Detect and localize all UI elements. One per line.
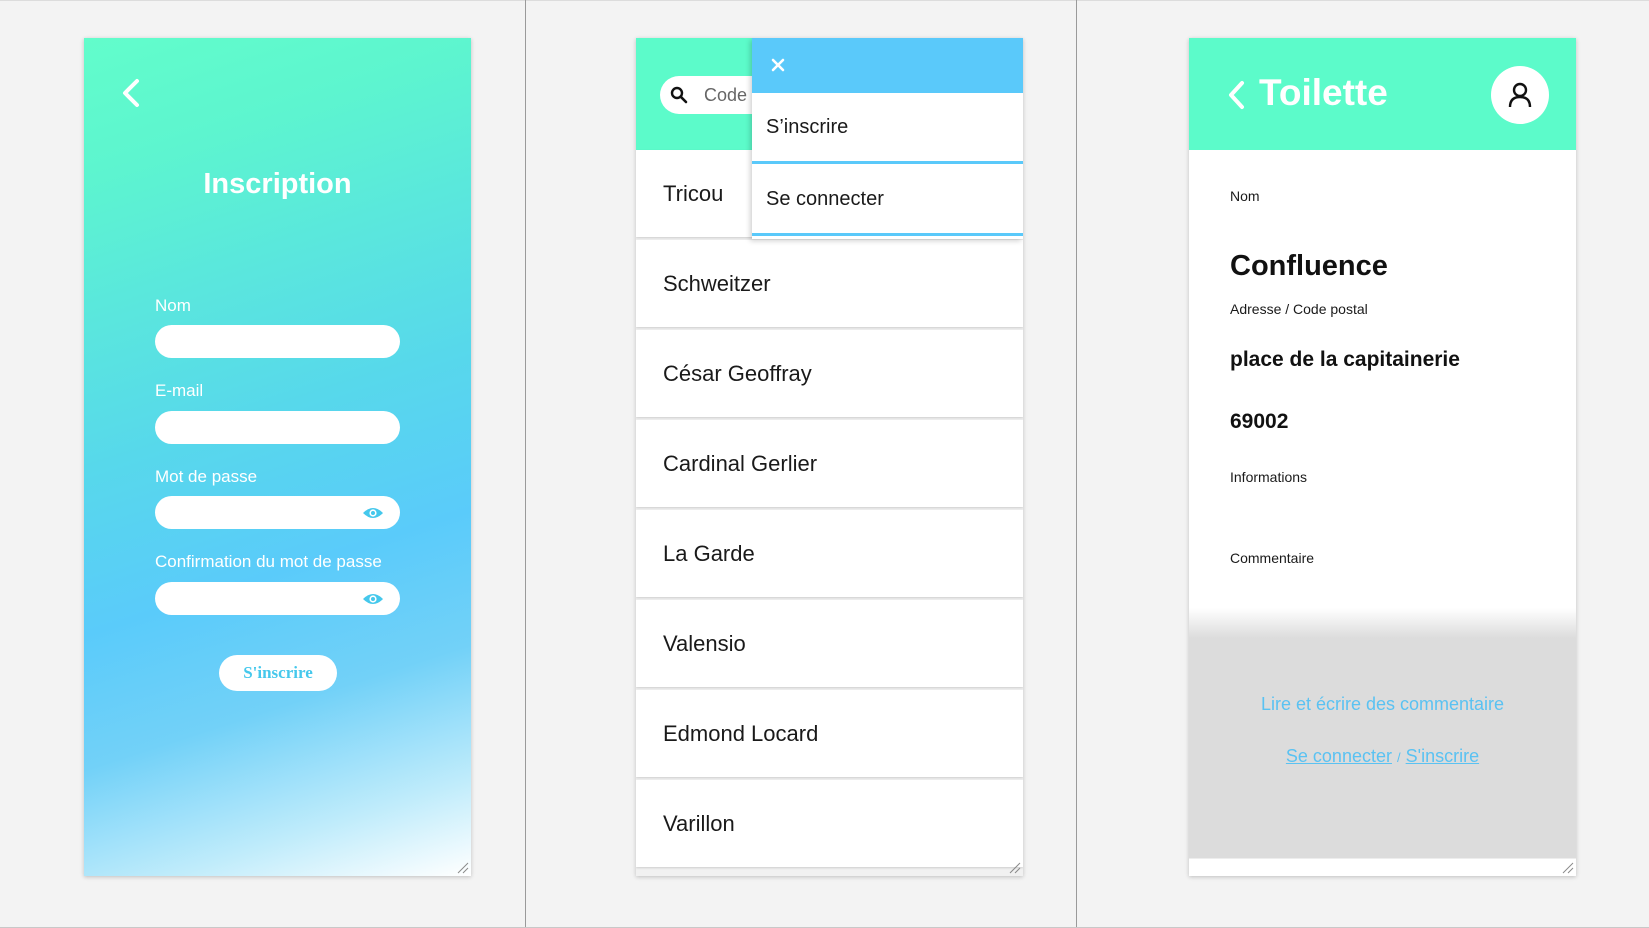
search-icon bbox=[670, 86, 688, 104]
link-separator: / bbox=[1397, 750, 1401, 765]
name-label: Nom bbox=[155, 296, 191, 315]
resize-grip-icon[interactable] bbox=[1562, 862, 1574, 874]
signup-link[interactable]: S'inscrire bbox=[1406, 746, 1479, 766]
list-item[interactable]: La Garde bbox=[636, 510, 1023, 597]
password-confirm-label: Confirmation du mot de passe bbox=[155, 552, 382, 571]
name-label: Nom bbox=[1230, 188, 1260, 204]
menu-header bbox=[752, 38, 1023, 93]
eye-icon[interactable] bbox=[362, 592, 384, 606]
resize-grip-icon[interactable] bbox=[1009, 862, 1021, 874]
resize-grip-icon[interactable] bbox=[457, 862, 469, 874]
back-button[interactable] bbox=[1225, 78, 1249, 112]
password-label: Mot de passe bbox=[155, 467, 258, 486]
info-label: Informations bbox=[1230, 469, 1308, 485]
eye-icon[interactable] bbox=[362, 506, 384, 520]
column-divider bbox=[525, 0, 526, 928]
email-input[interactable] bbox=[155, 411, 400, 444]
menu-item-signup[interactable]: S’inscrire bbox=[752, 93, 1023, 164]
list-screen: Tricou Schweitzer César Geoffray Cardina… bbox=[636, 38, 1023, 876]
detail-screen: Toilette Nom Confluence Adresse / Code p… bbox=[1189, 38, 1576, 876]
chevron-left-icon bbox=[123, 79, 139, 107]
address-value: place de la capitainerie bbox=[1230, 348, 1460, 371]
column-divider bbox=[1076, 0, 1077, 928]
user-icon bbox=[1508, 82, 1532, 108]
postal-code-value: 69002 bbox=[1230, 410, 1289, 433]
top-rule bbox=[0, 0, 1649, 1]
back-button[interactable] bbox=[117, 76, 147, 110]
header-title: Toilette bbox=[1259, 72, 1388, 113]
name-value: Confluence bbox=[1230, 250, 1388, 282]
comment-label: Commentaire bbox=[1230, 550, 1315, 566]
name-input[interactable] bbox=[155, 325, 400, 358]
list-item[interactable]: Schweitzer bbox=[636, 240, 1023, 327]
list-item[interactable]: Varillon bbox=[636, 780, 1023, 867]
email-label: E-mail bbox=[155, 381, 204, 400]
chevron-left-icon bbox=[1229, 81, 1244, 109]
page-title: Inscription bbox=[203, 168, 352, 200]
menu-item-login[interactable]: Se connecter bbox=[752, 165, 1023, 236]
signup-button[interactable]: S'inscrire bbox=[219, 655, 337, 691]
comments-prompt: Lire et écrire des commentaire bbox=[1260, 694, 1505, 714]
list-item[interactable]: Edmond Locard bbox=[636, 690, 1023, 777]
close-icon[interactable] bbox=[767, 54, 789, 76]
avatar[interactable] bbox=[1491, 66, 1549, 124]
address-label: Adresse / Code postal bbox=[1230, 301, 1368, 317]
signup-screen: Inscription Nom E-mail Mot de passe Conf… bbox=[84, 38, 471, 876]
side-menu: S’inscrire Se connecter bbox=[752, 38, 1023, 239]
comment-panel: Lire et écrire des commentaire Se connec… bbox=[1189, 608, 1576, 876]
list-item[interactable]: Cardinal Gerlier bbox=[636, 420, 1023, 507]
auth-links: Se connecter / S'inscrire bbox=[1189, 746, 1576, 767]
login-link[interactable]: Se connecter bbox=[1286, 746, 1392, 766]
list-item[interactable]: César Geoffray bbox=[636, 330, 1023, 417]
list-item[interactable]: Valensio bbox=[636, 600, 1023, 687]
